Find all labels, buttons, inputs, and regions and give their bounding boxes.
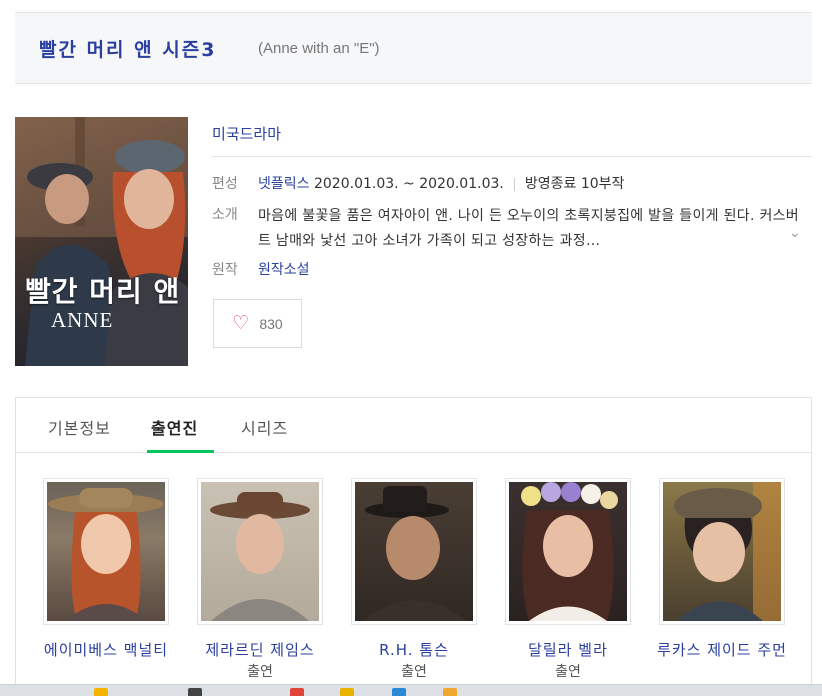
cast-role: 출연 <box>555 664 581 680</box>
cast-role: 출연 <box>247 664 273 680</box>
page-subtitle: (Anne with an "E") <box>258 40 380 57</box>
cast-photo[interactable] <box>197 478 323 625</box>
chrome-icon[interactable] <box>290 688 304 696</box>
cast-item[interactable]: R.H. 톰슨 출연 <box>349 478 479 683</box>
cast-photo-art <box>48 488 164 621</box>
poster-image[interactable]: 빨간 머리 앤 ANNE <box>15 117 188 366</box>
cast-photo[interactable] <box>659 478 785 625</box>
original-link[interactable]: 원작소설 <box>258 259 310 279</box>
broadcast-label: 편성 <box>212 176 238 192</box>
folder-icon[interactable] <box>340 688 354 696</box>
tab-bar: 기본정보 출연진 시리즈 <box>16 398 811 453</box>
cast-item[interactable]: 제라르딘 제임스 출연 <box>195 478 325 683</box>
broadcast-period: 2020.01.03. ~ 2020.01.03. <box>313 176 504 192</box>
broadcast-status: 방영종료 10부작 <box>524 176 625 192</box>
cast-name[interactable]: 에이미베스 맥널티 <box>41 639 171 661</box>
active-tab-indicator <box>147 450 214 453</box>
broadcaster-link[interactable]: 넷플릭스 <box>258 176 310 192</box>
like-count: 830 <box>259 315 283 332</box>
tab-cast[interactable]: 출연진 <box>151 415 198 439</box>
edge-icon[interactable] <box>392 688 406 696</box>
cast-photo-art <box>210 492 310 621</box>
title-bar: 빨간 머리 앤 시즌3 (Anne with an "E") <box>15 12 812 84</box>
synopsis-label: 소개 <box>212 207 238 223</box>
poster-title-en: ANNE <box>51 308 114 332</box>
separator <box>513 177 515 191</box>
cast-item[interactable]: 달릴라 벨라 출연 <box>503 478 633 683</box>
cast-photo-art <box>674 482 781 621</box>
cast-photo[interactable] <box>505 478 631 625</box>
cast-photo[interactable] <box>351 478 477 625</box>
cast-photo[interactable] <box>43 478 169 625</box>
windows-icon[interactable] <box>94 688 108 696</box>
original-label: 원작 <box>212 262 238 278</box>
cast-section: 기본정보 출연진 시리즈 에이미베스 맥널티 제라르딘 제임스 출연 R.H. … <box>15 397 812 696</box>
app-icon[interactable] <box>188 688 202 696</box>
like-button[interactable]: ♡ 830 <box>213 299 302 348</box>
cast-name[interactable]: 제라르딘 제임스 <box>195 639 325 661</box>
broadcast-row: 넷플릭스 2020.01.03. ~ 2020.01.03. 방영종료 10부작 <box>258 173 624 193</box>
cast-name[interactable]: 달릴라 벨라 <box>503 639 633 661</box>
heart-icon: ♡ <box>232 312 250 334</box>
cast-item[interactable]: 에이미베스 맥널티 <box>41 478 171 661</box>
chevron-down-icon[interactable]: ⌄ <box>789 225 801 241</box>
cast-photo-art <box>363 486 467 621</box>
app-icon-2[interactable] <box>443 688 457 696</box>
cast-name[interactable]: 루카스 제이드 주먼 <box>657 639 787 661</box>
tab-basic-info[interactable]: 기본정보 <box>48 415 111 439</box>
cast-item[interactable]: 루카스 제이드 주먼 <box>657 478 787 661</box>
cast-name[interactable]: R.H. 톰슨 <box>349 639 479 661</box>
cast-role: 출연 <box>401 664 427 680</box>
divider <box>211 156 812 157</box>
poster-title-ko: 빨간 머리 앤 <box>25 275 181 308</box>
genre-link[interactable]: 미국드라마 <box>212 123 281 144</box>
tab-series[interactable]: 시리즈 <box>241 415 288 439</box>
synopsis-text: 마음에 불꽃을 품은 여자아이 앤. 나이 든 오누이의 초록지붕집에 발을 들… <box>258 208 799 249</box>
taskbar <box>0 684 822 696</box>
cast-photo-art <box>521 482 618 621</box>
page-title[interactable]: 빨간 머리 앤 시즌3 <box>39 35 216 62</box>
